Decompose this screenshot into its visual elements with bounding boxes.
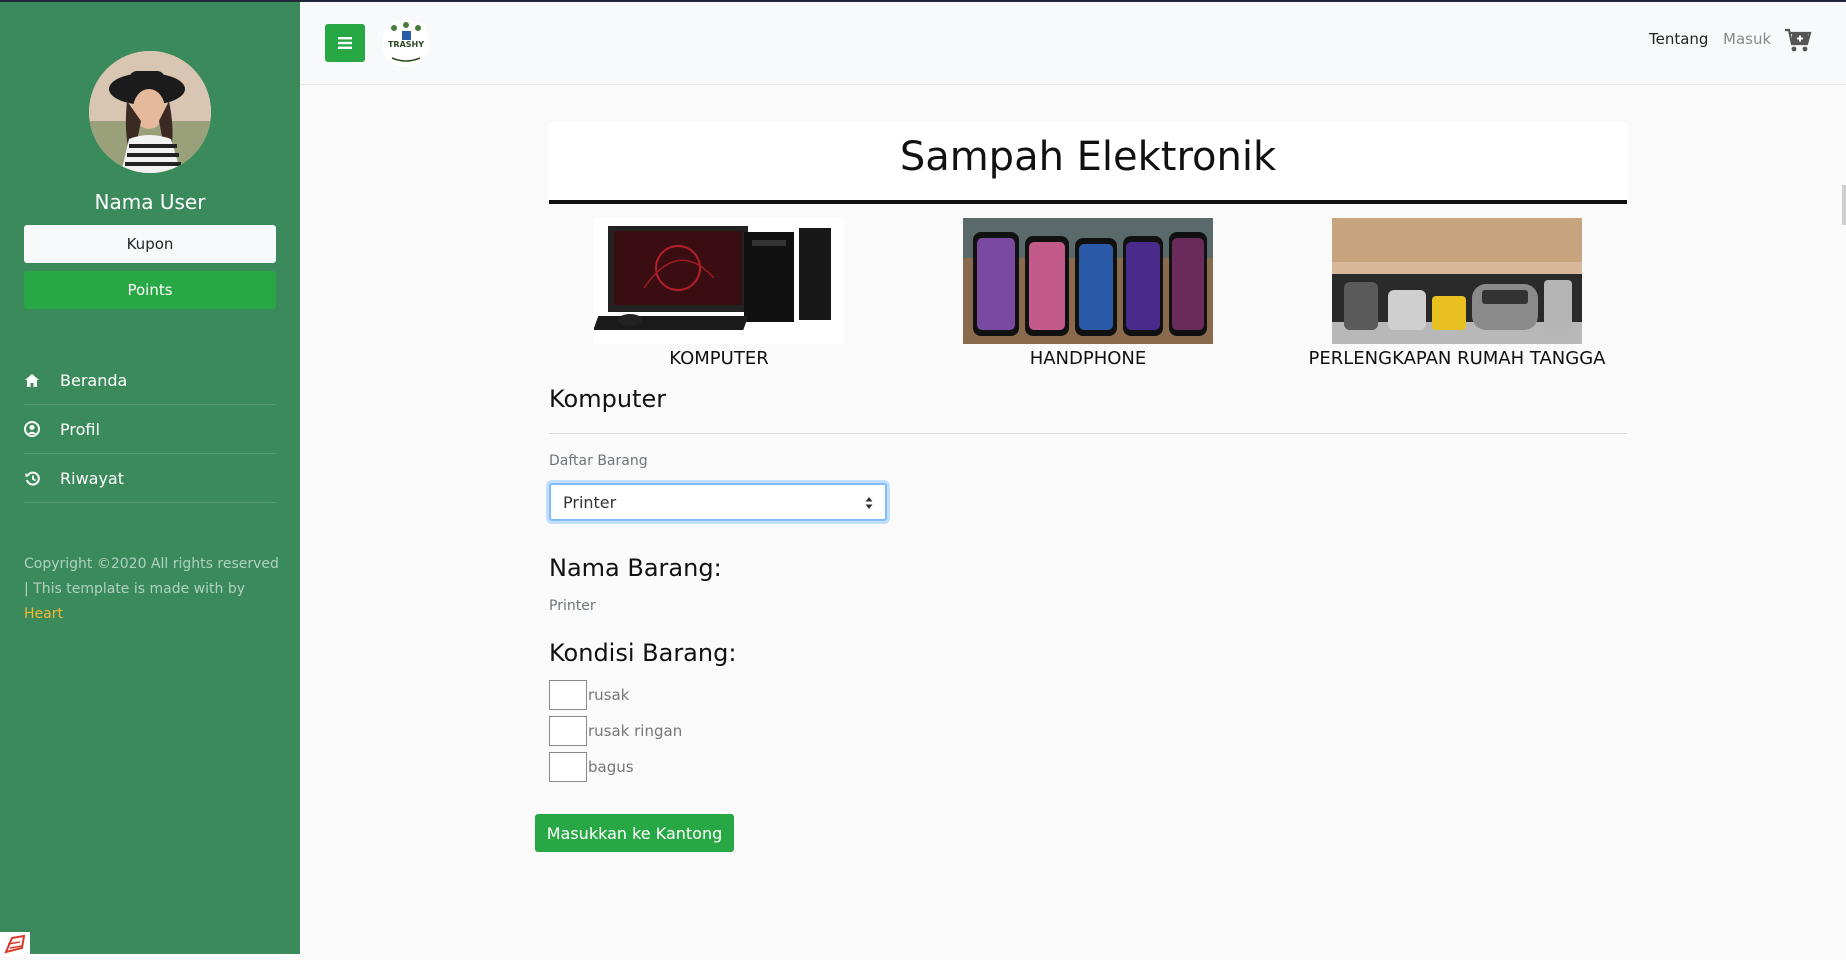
trashy-logo[interactable]: TRASHY	[380, 18, 432, 68]
section-divider	[549, 433, 1627, 434]
computer-image	[593, 218, 844, 344]
heart-link[interactable]: Heart	[24, 606, 63, 622]
kitchen-appliances-image	[1332, 218, 1582, 344]
category-rumah-tangga[interactable]: PERLENGKAPAN RUMAH TANGGA	[1267, 218, 1647, 369]
category-label: HANDPHONE	[1029, 348, 1147, 369]
kupon-button[interactable]: Kupon	[24, 225, 276, 263]
checkbox[interactable]	[549, 716, 587, 746]
sidebar-item-profil[interactable]: Profil	[24, 405, 276, 454]
cart-plus-icon[interactable]	[1784, 28, 1812, 54]
select-arrows-icon	[865, 495, 873, 514]
menu-icon	[338, 34, 352, 53]
daftar-barang-select[interactable]: Printer	[549, 483, 887, 521]
kondisi-option-rusak-ringan[interactable]: rusak ringan	[549, 715, 682, 747]
checkbox[interactable]	[549, 680, 587, 710]
sidebar-item-label: Beranda	[60, 370, 128, 390]
add-to-bag-button[interactable]: Masukkan ke Kantong	[535, 814, 734, 852]
checkbox-label: bagus	[588, 758, 634, 776]
checkbox[interactable]	[549, 752, 587, 782]
user-name: Nama User	[94, 190, 206, 214]
category-label: PERLENGKAPAN RUMAH TANGGA	[1308, 348, 1606, 369]
nav-tentang-link[interactable]: Tentang	[1649, 30, 1708, 48]
history-icon	[24, 470, 40, 486]
logo-text: TRASHY	[388, 40, 424, 49]
copyright-body: Copyright ©2020 All rights reserved | Th…	[24, 556, 279, 597]
user-circle-icon	[24, 421, 40, 437]
section-title: Komputer	[549, 385, 667, 413]
app-corner-icon[interactable]	[0, 932, 30, 956]
avatar	[89, 51, 211, 173]
sidebar-menu: Beranda Profil Riwayat	[24, 356, 276, 503]
page-title: Sampah Elektronik	[899, 134, 1277, 180]
kondisi-barang-heading: Kondisi Barang:	[549, 639, 737, 667]
category-label: KOMPUTER	[669, 348, 769, 369]
daftar-barang-label: Daftar Barang	[549, 453, 648, 469]
sidebar: Nama User Kupon Points Beranda Profil Ri…	[0, 2, 300, 956]
page-title-box: Sampah Elektronik	[549, 122, 1627, 204]
sidebar-item-label: Profil	[60, 419, 100, 439]
kondisi-option-rusak[interactable]: rusak	[549, 679, 629, 711]
select-value: Printer	[563, 493, 617, 512]
checkbox-label: rusak ringan	[588, 722, 683, 740]
nav-masuk-link[interactable]: Masuk	[1723, 30, 1771, 48]
scrollbar[interactable]	[1842, 185, 1846, 225]
category-handphone[interactable]: HANDPHONE	[898, 218, 1278, 369]
category-komputer[interactable]: KOMPUTER	[529, 218, 909, 369]
copyright-text: Copyright ©2020 All rights reserved | Th…	[24, 552, 284, 627]
sidebar-item-beranda[interactable]: Beranda	[24, 356, 276, 405]
phones-image	[963, 218, 1213, 344]
sidebar-item-label: Riwayat	[60, 468, 124, 488]
home-icon	[24, 372, 40, 388]
nama-barang-heading: Nama Barang:	[549, 554, 722, 582]
topbar: TRASHY Tentang Masuk	[300, 2, 1846, 85]
sidebar-item-riwayat[interactable]: Riwayat	[24, 454, 276, 503]
checkbox-label: rusak	[588, 686, 630, 704]
points-button[interactable]: Points	[24, 271, 276, 309]
sidebar-toggle-button[interactable]	[325, 24, 365, 62]
kondisi-option-bagus[interactable]: bagus	[549, 751, 634, 783]
nama-barang-value: Printer	[549, 598, 596, 614]
